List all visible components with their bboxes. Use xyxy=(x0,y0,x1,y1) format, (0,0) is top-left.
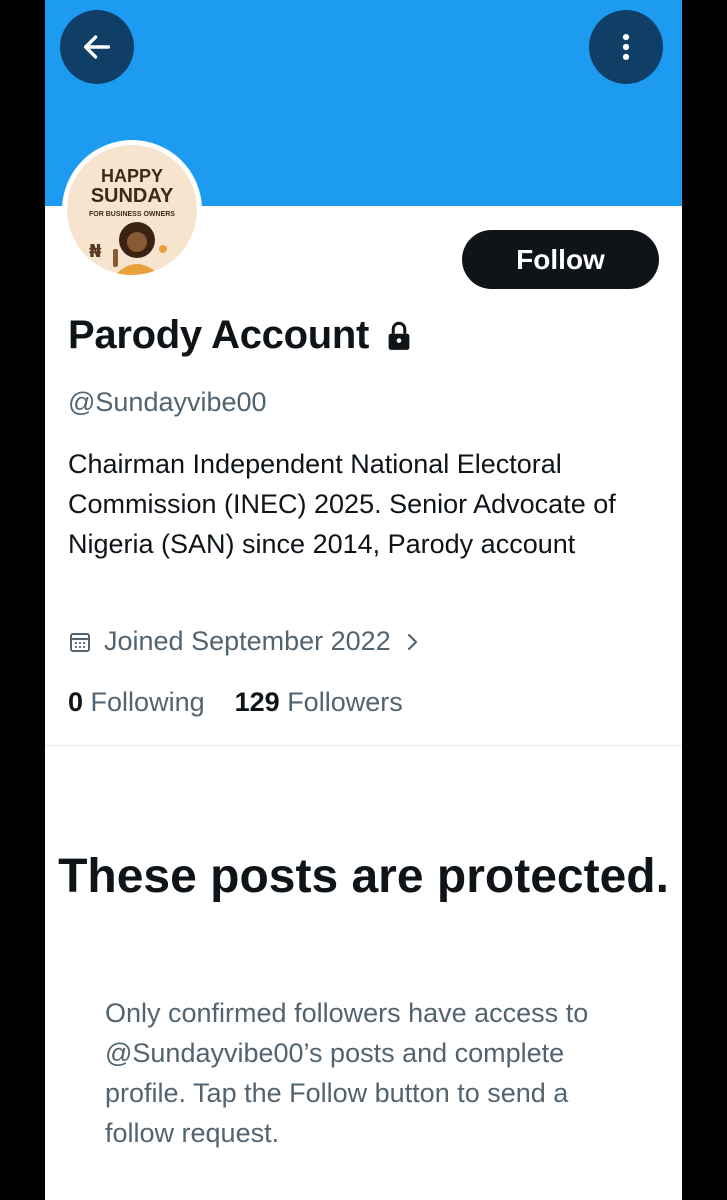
followers-label: Followers xyxy=(287,687,403,717)
calendar-icon xyxy=(70,632,90,652)
protected-body: Only confirmed followers have access to … xyxy=(105,998,589,1148)
more-options-button[interactable] xyxy=(589,10,663,84)
followers-link[interactable]: 129 Followers xyxy=(235,687,403,718)
avatar[interactable]: HAPPY SUNDAY FOR BUSINESS OWNERS ₦ xyxy=(62,140,202,280)
back-button[interactable] xyxy=(60,10,134,84)
chevron-right-icon xyxy=(407,633,417,650)
following-label: Following xyxy=(90,687,205,717)
svg-text:₦: ₦ xyxy=(89,241,102,262)
joined-row[interactable]: Joined September 2022 xyxy=(68,626,423,657)
lock-icon xyxy=(388,321,410,350)
handle: @Sundayvibe00 xyxy=(68,387,267,417)
profile-screen: HAPPY SUNDAY FOR BUSINESS OWNERS ₦ Follo… xyxy=(45,0,682,1200)
follow-button[interactable]: Follow xyxy=(462,230,659,289)
more-vertical-icon xyxy=(622,33,630,61)
display-name: Parody Account xyxy=(68,313,370,357)
following-count: 0 xyxy=(68,687,84,717)
avatar-image: HAPPY SUNDAY FOR BUSINESS OWNERS ₦ xyxy=(67,145,197,275)
arrow-left-icon xyxy=(83,35,111,59)
divider xyxy=(45,745,682,746)
protected-title: These posts are protected. xyxy=(58,850,669,903)
follow-counts: 0 Following 129 Followers xyxy=(68,687,403,718)
name-row: Parody Account xyxy=(68,313,413,358)
bio: Chairman Independent National Electoral … xyxy=(68,449,616,559)
joined-date: Joined September 2022 xyxy=(104,626,391,656)
avatar-illustration: ₦ xyxy=(89,222,167,275)
followers-count: 129 xyxy=(234,687,280,717)
following-link[interactable]: 0 Following xyxy=(68,687,205,718)
